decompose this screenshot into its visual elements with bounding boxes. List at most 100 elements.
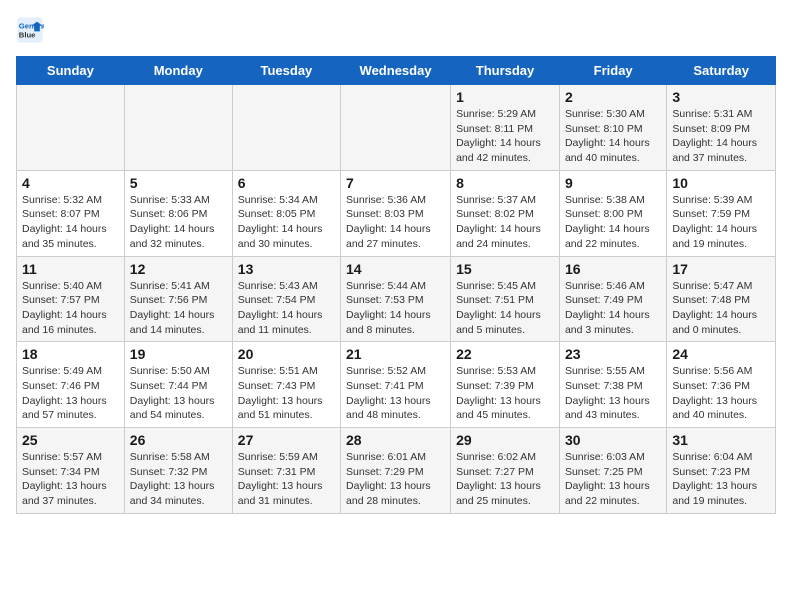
calendar-cell: 29 Sunrise: 6:02 AM Sunset: 7:27 PM Dayli… bbox=[451, 428, 560, 514]
calendar-cell: 6 Sunrise: 5:34 AM Sunset: 8:05 PM Daylig… bbox=[232, 170, 340, 256]
day-number: 16 bbox=[565, 261, 661, 277]
day-info: Sunrise: 5:29 AM Sunset: 8:11 PM Dayligh… bbox=[456, 107, 554, 166]
day-info: Sunrise: 5:33 AM Sunset: 8:06 PM Dayligh… bbox=[130, 193, 227, 252]
day-number: 1 bbox=[456, 89, 554, 105]
day-number: 11 bbox=[22, 261, 119, 277]
svg-text:Blue: Blue bbox=[19, 31, 36, 40]
weekday-header-saturday: Saturday bbox=[667, 57, 776, 85]
day-info: Sunrise: 5:50 AM Sunset: 7:44 PM Dayligh… bbox=[130, 364, 227, 423]
calendar-cell: 19 Sunrise: 5:50 AM Sunset: 7:44 PM Dayli… bbox=[124, 342, 232, 428]
day-info: Sunrise: 5:34 AM Sunset: 8:05 PM Dayligh… bbox=[238, 193, 335, 252]
calendar-cell: 22 Sunrise: 5:53 AM Sunset: 7:39 PM Dayli… bbox=[451, 342, 560, 428]
day-info: Sunrise: 5:44 AM Sunset: 7:53 PM Dayligh… bbox=[346, 279, 445, 338]
day-info: Sunrise: 5:52 AM Sunset: 7:41 PM Dayligh… bbox=[346, 364, 445, 423]
calendar-cell: 28 Sunrise: 6:01 AM Sunset: 7:29 PM Dayli… bbox=[341, 428, 451, 514]
calendar-cell: 13 Sunrise: 5:43 AM Sunset: 7:54 PM Dayli… bbox=[232, 256, 340, 342]
day-info: Sunrise: 5:47 AM Sunset: 7:48 PM Dayligh… bbox=[672, 279, 770, 338]
calendar-cell: 20Sunrise: 5:51 AM Sunset: 7:43 PM Dayli… bbox=[232, 342, 340, 428]
page-header: General Blue bbox=[16, 16, 776, 44]
day-number: 14 bbox=[346, 261, 445, 277]
day-info: Sunrise: 5:43 AM Sunset: 7:54 PM Dayligh… bbox=[238, 279, 335, 338]
calendar-cell: 24Sunrise: 5:56 AM Sunset: 7:36 PM Dayli… bbox=[667, 342, 776, 428]
calendar-cell: 3 Sunrise: 5:31 AM Sunset: 8:09 PM Daylig… bbox=[667, 85, 776, 171]
weekday-header-monday: Monday bbox=[124, 57, 232, 85]
day-number: 12 bbox=[130, 261, 227, 277]
day-info: Sunrise: 5:38 AM Sunset: 8:00 PM Dayligh… bbox=[565, 193, 661, 252]
day-info: Sunrise: 6:04 AM Sunset: 7:23 PM Dayligh… bbox=[672, 450, 770, 509]
day-info: Sunrise: 5:45 AM Sunset: 7:51 PM Dayligh… bbox=[456, 279, 554, 338]
calendar-cell: 31 Sunrise: 6:04 AM Sunset: 7:23 PM Dayli… bbox=[667, 428, 776, 514]
day-number: 22 bbox=[456, 346, 554, 362]
day-number: 23 bbox=[565, 346, 661, 362]
day-info: Sunrise: 5:41 AM Sunset: 7:56 PM Dayligh… bbox=[130, 279, 227, 338]
day-number: 10 bbox=[672, 175, 770, 191]
calendar-cell: 8 Sunrise: 5:37 AM Sunset: 8:02 PM Daylig… bbox=[451, 170, 560, 256]
day-number: 31 bbox=[672, 432, 770, 448]
calendar-cell bbox=[124, 85, 232, 171]
day-info: Sunrise: 5:46 AM Sunset: 7:49 PM Dayligh… bbox=[565, 279, 661, 338]
calendar-cell: 4 Sunrise: 5:32 AM Sunset: 8:07 PM Daylig… bbox=[17, 170, 125, 256]
day-info: Sunrise: 5:58 AM Sunset: 7:32 PM Dayligh… bbox=[130, 450, 227, 509]
day-number: 26 bbox=[130, 432, 227, 448]
calendar-cell: 26 Sunrise: 5:58 AM Sunset: 7:32 PM Dayli… bbox=[124, 428, 232, 514]
day-number: 30 bbox=[565, 432, 661, 448]
day-number: 13 bbox=[238, 261, 335, 277]
weekday-header-wednesday: Wednesday bbox=[341, 57, 451, 85]
day-number: 9 bbox=[565, 175, 661, 191]
day-number: 15 bbox=[456, 261, 554, 277]
calendar-cell: 25 Sunrise: 5:57 AM Sunset: 7:34 PM Dayli… bbox=[17, 428, 125, 514]
day-info: Sunrise: 5:56 AM Sunset: 7:36 PM Dayligh… bbox=[672, 364, 770, 423]
day-number: 3 bbox=[672, 89, 770, 105]
day-number: 4 bbox=[22, 175, 119, 191]
calendar-cell bbox=[232, 85, 340, 171]
calendar-cell: 10 Sunrise: 5:39 AM Sunset: 7:59 PM Dayli… bbox=[667, 170, 776, 256]
day-info: Sunrise: 5:31 AM Sunset: 8:09 PM Dayligh… bbox=[672, 107, 770, 166]
day-info: Sunrise: 6:02 AM Sunset: 7:27 PM Dayligh… bbox=[456, 450, 554, 509]
day-number: 19 bbox=[130, 346, 227, 362]
calendar-cell: 9 Sunrise: 5:38 AM Sunset: 8:00 PM Daylig… bbox=[559, 170, 666, 256]
calendar-cell: 15 Sunrise: 5:45 AM Sunset: 7:51 PM Dayli… bbox=[451, 256, 560, 342]
day-number: 6 bbox=[238, 175, 335, 191]
day-number: 25 bbox=[22, 432, 119, 448]
weekday-header-friday: Friday bbox=[559, 57, 666, 85]
calendar-cell: 17 Sunrise: 5:47 AM Sunset: 7:48 PM Dayli… bbox=[667, 256, 776, 342]
calendar-cell: 14 Sunrise: 5:44 AM Sunset: 7:53 PM Dayli… bbox=[341, 256, 451, 342]
calendar-cell bbox=[341, 85, 451, 171]
day-number: 27 bbox=[238, 432, 335, 448]
calendar-cell: 16 Sunrise: 5:46 AM Sunset: 7:49 PM Dayli… bbox=[559, 256, 666, 342]
weekday-header-tuesday: Tuesday bbox=[232, 57, 340, 85]
day-info: Sunrise: 5:49 AM Sunset: 7:46 PM Dayligh… bbox=[22, 364, 119, 423]
day-info: Sunrise: 5:51 AM Sunset: 7:43 PM Dayligh… bbox=[238, 364, 335, 423]
day-info: Sunrise: 5:30 AM Sunset: 8:10 PM Dayligh… bbox=[565, 107, 661, 166]
day-info: Sunrise: 5:55 AM Sunset: 7:38 PM Dayligh… bbox=[565, 364, 661, 423]
day-info: Sunrise: 5:32 AM Sunset: 8:07 PM Dayligh… bbox=[22, 193, 119, 252]
svg-text:General: General bbox=[19, 22, 44, 31]
calendar-cell: 18Sunrise: 5:49 AM Sunset: 7:46 PM Dayli… bbox=[17, 342, 125, 428]
day-number: 28 bbox=[346, 432, 445, 448]
day-info: Sunrise: 5:57 AM Sunset: 7:34 PM Dayligh… bbox=[22, 450, 119, 509]
day-info: Sunrise: 5:36 AM Sunset: 8:03 PM Dayligh… bbox=[346, 193, 445, 252]
day-info: Sunrise: 5:59 AM Sunset: 7:31 PM Dayligh… bbox=[238, 450, 335, 509]
logo-icon: General Blue bbox=[16, 16, 44, 44]
day-number: 8 bbox=[456, 175, 554, 191]
day-number: 17 bbox=[672, 261, 770, 277]
logo: General Blue bbox=[16, 16, 48, 44]
day-number: 2 bbox=[565, 89, 661, 105]
calendar-cell: 1 Sunrise: 5:29 AM Sunset: 8:11 PM Daylig… bbox=[451, 85, 560, 171]
day-info: Sunrise: 5:39 AM Sunset: 7:59 PM Dayligh… bbox=[672, 193, 770, 252]
day-info: Sunrise: 5:53 AM Sunset: 7:39 PM Dayligh… bbox=[456, 364, 554, 423]
calendar-cell: 27 Sunrise: 5:59 AM Sunset: 7:31 PM Dayli… bbox=[232, 428, 340, 514]
calendar-table: SundayMondayTuesdayWednesdayThursdayFrid… bbox=[16, 56, 776, 514]
day-info: Sunrise: 5:37 AM Sunset: 8:02 PM Dayligh… bbox=[456, 193, 554, 252]
calendar-cell: 21 Sunrise: 5:52 AM Sunset: 7:41 PM Dayli… bbox=[341, 342, 451, 428]
calendar-cell: 30Sunrise: 6:03 AM Sunset: 7:25 PM Dayli… bbox=[559, 428, 666, 514]
calendar-cell: 2 Sunrise: 5:30 AM Sunset: 8:10 PM Daylig… bbox=[559, 85, 666, 171]
calendar-cell bbox=[17, 85, 125, 171]
day-info: Sunrise: 5:40 AM Sunset: 7:57 PM Dayligh… bbox=[22, 279, 119, 338]
day-info: Sunrise: 6:01 AM Sunset: 7:29 PM Dayligh… bbox=[346, 450, 445, 509]
day-number: 21 bbox=[346, 346, 445, 362]
day-number: 7 bbox=[346, 175, 445, 191]
day-number: 29 bbox=[456, 432, 554, 448]
day-number: 5 bbox=[130, 175, 227, 191]
calendar-cell: 7 Sunrise: 5:36 AM Sunset: 8:03 PM Daylig… bbox=[341, 170, 451, 256]
